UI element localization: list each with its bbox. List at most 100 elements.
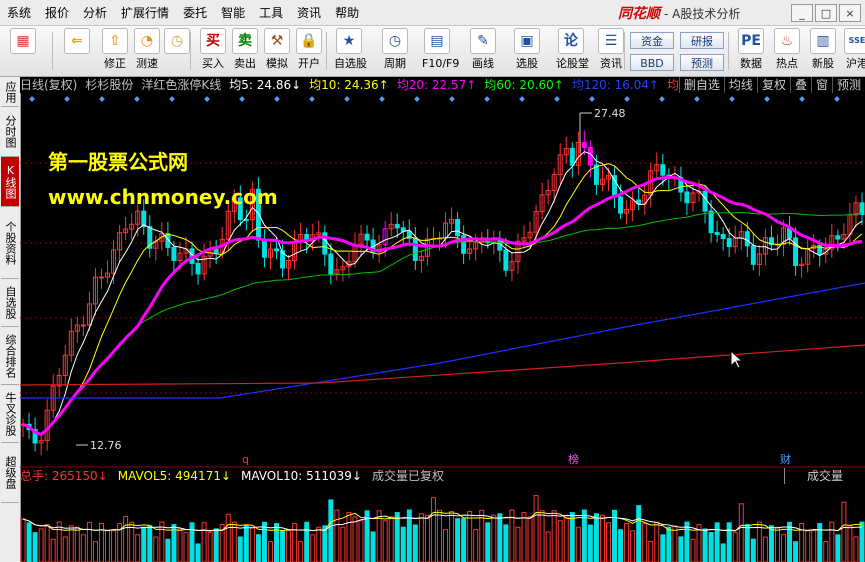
menu-analysis[interactable]: 分析 bbox=[76, 0, 114, 26]
chart-option-2[interactable]: 复权 bbox=[756, 77, 790, 93]
candle-body bbox=[412, 237, 418, 261]
volume-bar bbox=[563, 516, 569, 562]
toolbar-button-7[interactable]: ⚒ 模拟 bbox=[262, 28, 292, 71]
toolbar-button-17[interactable]: ♨ 热点 bbox=[772, 28, 802, 71]
volume-bar bbox=[56, 521, 62, 562]
side-tab-1[interactable]: 分时图 bbox=[1, 107, 19, 157]
event-marker-icon bbox=[554, 96, 560, 102]
side-tab-3[interactable]: 个股资料 bbox=[1, 207, 19, 279]
volume-bar bbox=[654, 521, 660, 562]
toolbar-button-19[interactable]: SSE 沪港 bbox=[842, 28, 865, 71]
volume-bar bbox=[762, 536, 768, 562]
volume-bar bbox=[823, 541, 829, 562]
chart-option-5[interactable]: 预测 bbox=[831, 77, 865, 93]
menu-quote[interactable]: 报价 bbox=[38, 0, 76, 26]
candle-body bbox=[714, 232, 720, 235]
candle-body bbox=[213, 248, 219, 254]
toolbar-button-3[interactable]: ◔ 测速 bbox=[132, 28, 162, 71]
toolbar-icon-5: 买 bbox=[200, 28, 226, 54]
toolbar-button-15[interactable]: ☰ 资讯 bbox=[596, 28, 626, 71]
volume-bar bbox=[853, 536, 859, 562]
toolbar-label: 买入 bbox=[202, 57, 224, 70]
toolbar-button-4[interactable]: ◷ bbox=[162, 28, 192, 57]
toolbar-label: 自选股 bbox=[334, 57, 367, 70]
toolbar-button-8[interactable]: 🔒 开户 bbox=[294, 28, 324, 71]
ma-info-1: 杉杉股份 bbox=[85, 78, 134, 92]
toolbar-button-13[interactable]: ▣ 选股 bbox=[512, 28, 542, 71]
maximize-button[interactable]: □ bbox=[815, 4, 837, 22]
volume-chart[interactable] bbox=[20, 484, 865, 562]
side-tab-6[interactable]: 牛叉诊股 bbox=[1, 385, 19, 443]
candle-body bbox=[364, 233, 370, 241]
quick-button-0[interactable]: 资金 bbox=[630, 32, 674, 49]
volume-bar bbox=[744, 524, 750, 562]
volume-bar bbox=[50, 538, 56, 562]
toolbar-button-12[interactable]: ✎ 画线 bbox=[468, 28, 498, 71]
chart-option-0[interactable]: 删自选 bbox=[678, 77, 724, 93]
chart-option-1[interactable]: 均线 bbox=[723, 77, 757, 93]
volume-bar bbox=[316, 526, 322, 562]
volume-button[interactable]: 成交量 bbox=[784, 468, 865, 484]
menu-system[interactable]: 系统 bbox=[0, 0, 38, 26]
chart-option-4[interactable]: 窗 bbox=[810, 77, 832, 93]
side-tab-2[interactable]: K线图 bbox=[1, 157, 19, 207]
toolbar-icon-0: ▦ bbox=[10, 28, 36, 54]
toolbar-button-14[interactable]: 论论股堂 bbox=[556, 28, 589, 71]
volume-bar bbox=[304, 521, 310, 562]
menu-trade[interactable]: 委托 bbox=[176, 0, 214, 26]
candle-body bbox=[793, 237, 799, 267]
toolbar-button-11[interactable]: ▤ F10/F9 bbox=[422, 28, 459, 71]
volume-bar bbox=[738, 503, 744, 562]
side-tab-7[interactable]: 超级盘 bbox=[1, 443, 19, 503]
candle-body bbox=[328, 253, 334, 275]
quick-button-3[interactable]: 预测 bbox=[680, 54, 724, 71]
volume-bar bbox=[80, 534, 86, 562]
side-tab-5[interactable]: 综合排名 bbox=[1, 327, 19, 385]
toolbar-button-5[interactable]: 买买入 bbox=[198, 28, 228, 71]
volume-bar bbox=[280, 530, 286, 562]
event-marker-icon bbox=[694, 96, 700, 102]
volume-bar bbox=[346, 512, 352, 562]
menu-news[interactable]: 资讯 bbox=[290, 0, 328, 26]
candle-body bbox=[726, 238, 732, 248]
event-marker-icon bbox=[484, 96, 490, 102]
event-tag: q bbox=[242, 453, 249, 466]
volume-bar bbox=[298, 541, 304, 562]
menu-extended-market[interactable]: 扩展行情 bbox=[114, 0, 176, 26]
menu-help[interactable]: 帮助 bbox=[328, 0, 366, 26]
volume-bar bbox=[491, 514, 497, 562]
toolbar-button-2[interactable]: ⇧ 修正 bbox=[100, 28, 130, 71]
volume-bar bbox=[678, 536, 684, 562]
side-tab-4[interactable]: 自选股 bbox=[1, 279, 19, 327]
ma-info-4: 均10: 24.36↑ bbox=[309, 78, 389, 92]
toolbar-icon-10: ◷ bbox=[382, 28, 408, 54]
toolbar-button-18[interactable]: ▥ 新股 bbox=[808, 28, 838, 71]
volume-bar bbox=[201, 522, 207, 562]
toolbar-button-16[interactable]: PE 数据 bbox=[736, 28, 766, 71]
quick-button-2[interactable]: BBD bbox=[630, 54, 674, 71]
candle-body bbox=[684, 191, 690, 204]
toolbar-button-6[interactable]: 卖卖出 bbox=[230, 28, 260, 71]
toolbar-button-1[interactable]: ⇐ bbox=[62, 28, 92, 57]
side-tab-0[interactable]: 应用 bbox=[1, 77, 19, 107]
volume-bar bbox=[274, 523, 280, 562]
volume-bar bbox=[750, 538, 756, 562]
quick-button-1[interactable]: 研报 bbox=[680, 32, 724, 49]
minimize-button[interactable]: _ bbox=[791, 4, 813, 22]
event-marker-icon bbox=[379, 96, 385, 102]
toolbar-separator bbox=[326, 32, 327, 70]
menu-tools[interactable]: 工具 bbox=[252, 0, 290, 26]
volume-bar bbox=[708, 532, 714, 562]
toolbar-button-10[interactable]: ◷ 周期 bbox=[380, 28, 410, 71]
volume-bar bbox=[32, 532, 38, 562]
volume-bar bbox=[726, 522, 732, 562]
chart-option-3[interactable]: 叠 bbox=[789, 77, 811, 93]
toolbar-button-9[interactable]: ★ 自选股 bbox=[334, 28, 367, 71]
volume-bar bbox=[26, 522, 32, 562]
volume-bar bbox=[455, 518, 461, 562]
toolbar-button-0[interactable]: ▦ bbox=[8, 28, 38, 57]
close-button[interactable]: × bbox=[839, 4, 861, 22]
menu-smart[interactable]: 智能 bbox=[214, 0, 252, 26]
ma-info-7: 均120: 16.04↑ bbox=[571, 78, 659, 92]
event-tag: 榜 bbox=[568, 452, 579, 466]
